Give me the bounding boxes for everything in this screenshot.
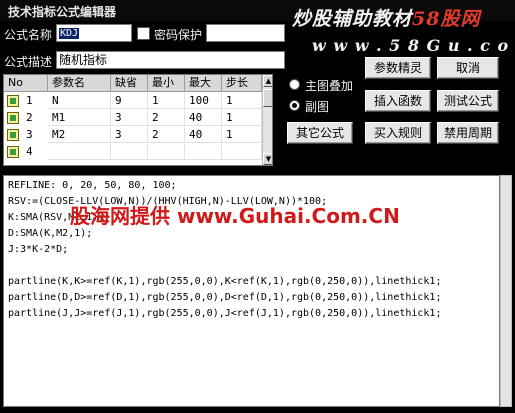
code-line: J:3*K-2*D; <box>8 244 69 255</box>
table-row[interactable]: 1 N 9 1 100 1 <box>4 93 262 109</box>
other-formula-button[interactable]: 其它公式 <box>287 122 353 144</box>
brand-slogan: 炒股辅助教材58股网 <box>292 8 481 30</box>
params-table: No 参数名 缺省 最小 最大 步长 1 N 9 1 100 1 2 M1 3 … <box>3 74 273 166</box>
main-overlay-label: 主图叠加 <box>305 79 354 93</box>
header-no: No <box>4 75 48 92</box>
param-row-icon <box>7 95 19 107</box>
formula-desc-label: 公式描述 <box>4 55 53 69</box>
formula-code-editor[interactable]: REFLINE: 0, 20, 50, 80, 100; RSV:=(CLOSE… <box>3 175 500 407</box>
params-table-scrollbar[interactable]: ▲ ▼ <box>262 75 272 165</box>
insert-function-button[interactable]: 插入函数 <box>365 90 431 112</box>
table-row[interactable]: 4 <box>4 144 262 160</box>
editor-scrollbar[interactable] <box>500 175 512 407</box>
header-param-name: 参数名 <box>48 75 111 92</box>
header-min: 最小 <box>148 75 185 92</box>
sub-chart-label: 副图 <box>305 100 330 114</box>
code-line: D:SMA(K,M2,1); <box>8 228 93 239</box>
buy-rules-button[interactable]: 买入规则 <box>365 122 431 144</box>
param-row-icon <box>7 112 19 124</box>
code-line: partline(K,K>=ref(K,1),rgb(255,0,0),K<re… <box>8 276 442 287</box>
code-line: partline(D,D>=ref(D,1),rgb(255,0,0),D<re… <box>8 292 442 303</box>
scroll-thumb[interactable] <box>263 89 272 107</box>
param-wizard-button[interactable]: 参数精灵 <box>365 57 431 79</box>
brand-url: w w w . 5 8 G u . c o m <box>312 36 515 55</box>
param-row-icon <box>7 129 19 141</box>
disabled-period-button[interactable]: 禁用周期 <box>437 122 499 144</box>
password-protect-checkbox[interactable] <box>137 27 150 40</box>
table-row[interactable]: 3 M2 3 2 40 1 <box>4 127 262 143</box>
param-row-icon <box>7 146 19 158</box>
sub-chart-radio[interactable] <box>289 100 300 111</box>
scroll-down-icon[interactable]: ▼ <box>263 153 272 165</box>
password-input[interactable] <box>206 24 285 42</box>
site-watermark: 股海网提供 www.Guhai.Com.CN <box>70 204 400 228</box>
header-step: 步长 <box>222 75 262 92</box>
site-brand-logo: 炒股辅助教材58股网 w w w . 5 8 G u . c o m <box>286 4 515 60</box>
scroll-up-icon[interactable]: ▲ <box>263 75 272 87</box>
formula-name-label: 公式名称 <box>4 28 53 42</box>
cancel-button[interactable]: 取消 <box>437 57 499 79</box>
formula-editor-window: 技术指标公式编辑器 炒股辅助教材58股网 w w w . 5 8 G u . c… <box>0 0 515 413</box>
header-default: 缺省 <box>111 75 148 92</box>
formula-name-input[interactable]: KDJ <box>56 24 132 42</box>
code-line: partline(J,J>=ref(J,1),rgb(255,0,0),J<re… <box>8 308 442 319</box>
password-protect-label: 密码保护 <box>154 28 203 42</box>
params-table-header: No 参数名 缺省 最小 最大 步长 <box>4 75 262 92</box>
window-title: 技术指标公式编辑器 <box>8 5 117 19</box>
test-formula-button[interactable]: 测试公式 <box>437 90 499 112</box>
code-line: REFLINE: 0, 20, 50, 80, 100; <box>8 180 177 191</box>
formula-desc-input[interactable]: 随机指标 <box>56 51 285 69</box>
table-row[interactable]: 2 M1 3 2 40 1 <box>4 110 262 126</box>
main-overlay-radio[interactable] <box>289 79 300 90</box>
header-max: 最大 <box>185 75 222 92</box>
